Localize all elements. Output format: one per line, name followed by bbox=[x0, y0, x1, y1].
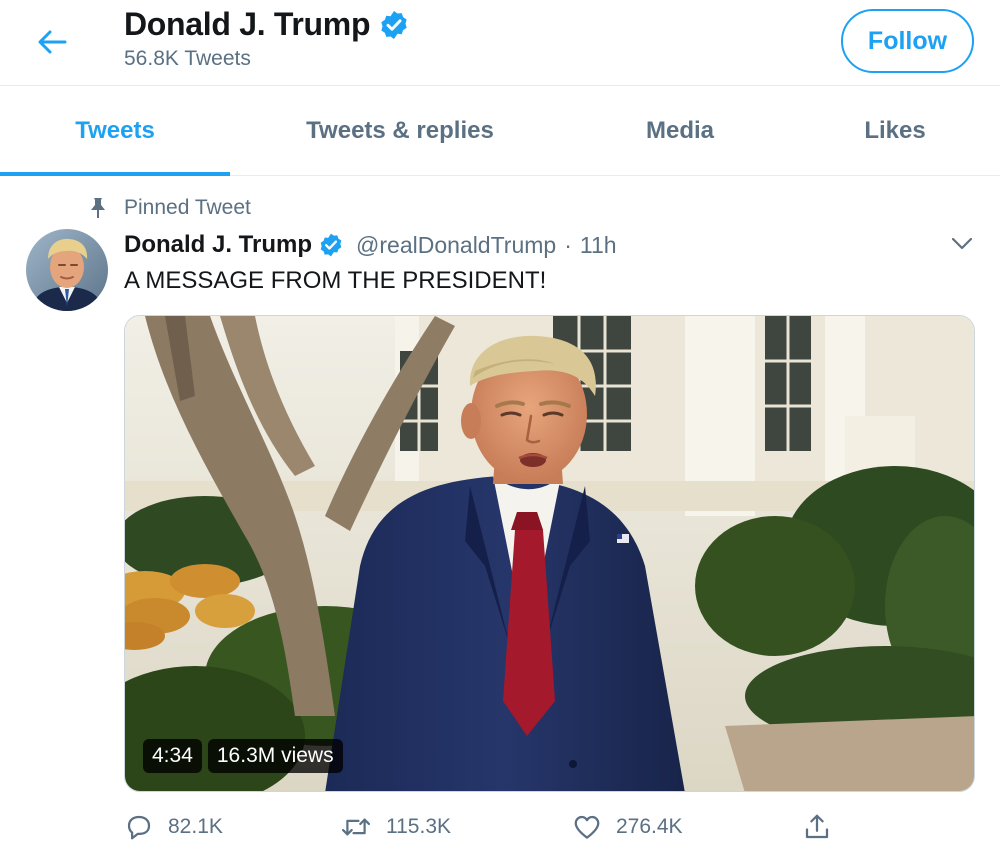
tab-likes[interactable]: Likes bbox=[830, 86, 960, 176]
reply-icon bbox=[127, 815, 151, 840]
active-tab-indicator bbox=[0, 172, 230, 176]
page-title: Donald J. Trump bbox=[124, 6, 371, 42]
share-icon bbox=[805, 814, 829, 839]
verified-badge-icon bbox=[378, 9, 410, 41]
header-title-block: Donald J. Trump 56.8K Tweets bbox=[124, 6, 410, 71]
video-views: 16.3M views bbox=[207, 739, 343, 773]
tweet-text: A MESSAGE FROM THE PRESIDENT! bbox=[124, 267, 547, 294]
tweet-author-name[interactable]: Donald J. Trump bbox=[124, 231, 312, 259]
video-thumbnail bbox=[125, 316, 974, 791]
tweet-count: 56.8K Tweets bbox=[124, 47, 251, 70]
follow-button[interactable]: Follow bbox=[841, 9, 974, 73]
heart-icon bbox=[574, 815, 600, 839]
back-button[interactable] bbox=[30, 22, 74, 62]
tweet-author-handle[interactable]: @realDonaldTrump bbox=[356, 232, 556, 259]
retweet-icon bbox=[341, 818, 371, 836]
pin-icon bbox=[86, 196, 110, 220]
tweet-actions: 82.1K 115.3K 276.4K bbox=[0, 805, 1000, 849]
like-button[interactable]: 276.4K bbox=[572, 805, 683, 849]
tab-tweets-and-replies[interactable]: Tweets & replies bbox=[280, 86, 520, 176]
profile-tabs: Tweets Tweets & replies Media Likes bbox=[0, 86, 1000, 176]
reply-count: 82.1K bbox=[168, 815, 223, 838]
video-meta: 4:34 16.3M views bbox=[143, 739, 349, 773]
back-arrow-icon bbox=[38, 30, 67, 54]
tab-media[interactable]: Media bbox=[600, 86, 760, 176]
tweet-header: Donald J. Trump @realDonaldTrump · 11h bbox=[124, 229, 617, 261]
pinned-text: Pinned Tweet bbox=[124, 196, 251, 219]
share-button[interactable] bbox=[802, 805, 832, 849]
tweet-more-button[interactable] bbox=[948, 232, 976, 256]
video-duration: 4:34 bbox=[143, 739, 202, 773]
tab-tweets[interactable]: Tweets bbox=[0, 86, 230, 176]
like-count: 276.4K bbox=[616, 815, 683, 838]
reply-button[interactable]: 82.1K bbox=[124, 805, 223, 849]
chevron-down-icon bbox=[951, 237, 973, 250]
profile-header: Donald J. Trump 56.8K Tweets Follow bbox=[0, 0, 1000, 86]
tweet-timestamp[interactable]: 11h bbox=[580, 232, 617, 259]
separator-dot: · bbox=[564, 231, 572, 258]
pinned-tweet-label: Pinned Tweet bbox=[86, 196, 251, 220]
retweet-count: 115.3K bbox=[386, 815, 451, 838]
verified-badge-icon bbox=[318, 232, 344, 258]
retweet-button[interactable]: 115.3K bbox=[340, 805, 451, 849]
avatar[interactable] bbox=[26, 229, 108, 311]
tweet-video[interactable]: 4:34 16.3M views bbox=[124, 315, 975, 792]
